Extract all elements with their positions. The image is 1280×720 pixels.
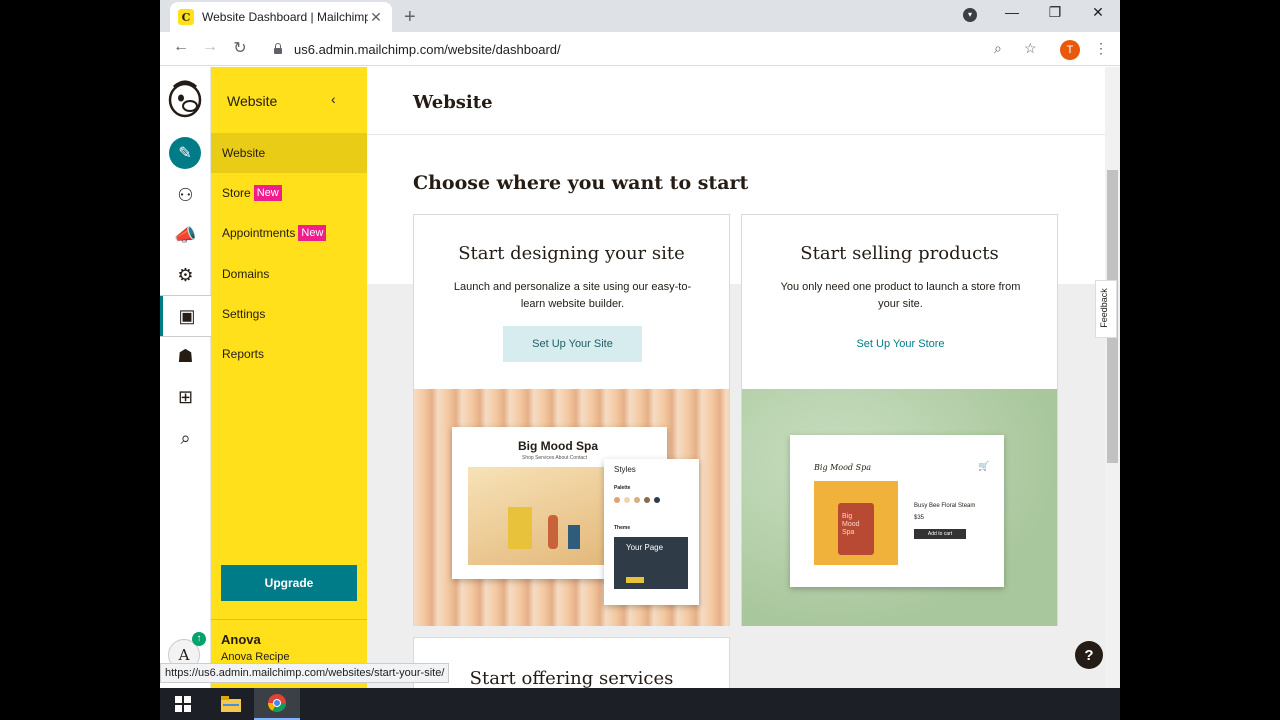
mailchimp-favicon-icon: C [178, 9, 194, 25]
collapse-chevron-icon[interactable]: ‹ [331, 91, 336, 107]
card-title: Start designing your site [458, 243, 685, 264]
zoom-search-icon[interactable]: ⌕ [994, 40, 1002, 57]
sidebar-item-appointments[interactable]: Appointments New [211, 213, 367, 253]
mockup-nav: Shop Services About Contact [522, 455, 588, 461]
palette-label: Palette [614, 485, 631, 491]
add-to-cart-button: Add to cart [914, 529, 966, 539]
windows-taskbar [160, 688, 1120, 720]
card-description: You only need one product to launch a st… [780, 281, 1021, 310]
card-description: Launch and personalize a site using our … [453, 281, 692, 310]
new-badge: New [298, 225, 327, 241]
product-price: $35 [914, 515, 925, 521]
sidebar-item-label: Store [222, 186, 251, 200]
reload-icon[interactable]: ↻ [229, 38, 251, 58]
feedback-label: Feedback [1098, 288, 1109, 328]
styles-panel: Styles Palette Theme Your Page [604, 459, 699, 605]
tab-close-icon[interactable]: ✕ [368, 9, 384, 26]
styles-label: Styles [614, 465, 636, 474]
sell-products-card: Start selling products You only need one… [741, 214, 1058, 626]
content-studio-icon[interactable]: ☗ [160, 336, 211, 376]
create-pencil-icon[interactable]: ✎ [169, 137, 201, 169]
sidebar-item-label: Appointments [222, 226, 296, 240]
tab-strip: C Website Dashboard | Mailchimp ✕ + ▾ — … [160, 0, 1120, 32]
theme-preview: Your Page [614, 537, 688, 589]
design-site-card: Start designing your site Launch and per… [413, 214, 730, 626]
file-explorer-icon[interactable] [208, 688, 254, 720]
new-tab-icon[interactable]: + [404, 6, 416, 29]
campaigns-icon[interactable]: 📣 [160, 215, 211, 255]
mailchimp-logo-icon[interactable] [166, 79, 204, 119]
set-up-store-button[interactable]: Set Up Your Store [831, 326, 970, 362]
minimize-icon[interactable]: — [1000, 4, 1024, 20]
new-badge: New [253, 185, 282, 201]
theme-preview-title: Your Page [626, 543, 664, 552]
sidebar-title: Website [227, 93, 278, 109]
sidebar-item-label: Settings [222, 307, 266, 321]
forward-icon[interactable]: → [199, 38, 221, 56]
theme-label: Theme [614, 525, 631, 531]
section-title: Choose where you want to start [413, 172, 749, 194]
offer-services-card: Start offering services [413, 637, 730, 688]
product-jar-label: Big Mood Spa [842, 513, 860, 536]
browser-toolbar: ← → ↻ us6.admin.mailchimp.com/website/da… [160, 32, 1120, 66]
header-divider [367, 134, 1105, 135]
browser-tab[interactable]: C Website Dashboard | Mailchimp ✕ [170, 2, 392, 32]
website-icon[interactable]: ▣ [160, 295, 212, 337]
card-title: Start selling products [800, 243, 999, 264]
mockup-title: Big Mood Spa [518, 439, 598, 453]
nav-rail: ✎ ⚇ 📣 ⚙ ▣ ☗ ⊞ ⌕ A ↑ [160, 67, 212, 688]
integrations-icon[interactable]: ⊞ [160, 377, 211, 417]
product-image: Big Mood Spa [814, 481, 898, 565]
windows-start-icon[interactable] [160, 688, 206, 720]
store-illustration: Big Mood Spa 🛒 Big Mood Spa Busy Bee Flo… [742, 389, 1057, 626]
automations-icon[interactable]: ⚙ [160, 255, 211, 295]
profile-menu-icon[interactable]: ▾ [963, 8, 977, 22]
sidebar-item-domains[interactable]: Domains [211, 254, 367, 294]
feedback-tab[interactable]: Feedback [1095, 280, 1117, 338]
product-photo [468, 467, 608, 565]
sidebar-item-store[interactable]: Store New [211, 173, 367, 213]
vertical-scrollbar[interactable] [1105, 67, 1120, 688]
back-icon[interactable]: ← [170, 38, 192, 56]
chrome-menu-icon[interactable]: ⋮ [1094, 40, 1108, 57]
status-bar-url: https://us6.admin.mailchimp.com/websites… [160, 663, 450, 683]
sidebar-item-label: Reports [222, 347, 265, 361]
main-content: Website Choose where you want to start S… [367, 67, 1105, 688]
restore-icon[interactable]: ❐ [1043, 4, 1067, 21]
upgrade-button[interactable]: Upgrade [221, 565, 357, 601]
palette-swatches [614, 497, 688, 505]
site-builder-illustration: Big Mood Spa Shop Services About Contact… [414, 389, 729, 626]
chrome-taskbar-icon[interactable] [254, 688, 300, 720]
set-up-site-button[interactable]: Set Up Your Site [503, 326, 642, 362]
card-title: Start offering services [469, 668, 674, 688]
address-bar[interactable]: us6.admin.mailchimp.com/website/dashboar… [260, 35, 1042, 63]
product-name: Busy Bee Floral Steam [914, 503, 976, 509]
account-subtitle: Anova Recipe [221, 651, 290, 663]
audience-icon[interactable]: ⚇ [160, 175, 211, 215]
account-name[interactable]: Anova [221, 632, 261, 647]
browser-window: C Website Dashboard | Mailchimp ✕ + ▾ — … [160, 0, 1120, 688]
sidebar-item-label: Domains [222, 267, 270, 281]
sidebar-divider [211, 619, 367, 620]
close-window-icon[interactable]: ✕ [1086, 4, 1110, 21]
help-button[interactable]: ? [1075, 641, 1103, 669]
cart-icon: 🛒 [978, 461, 990, 471]
bookmark-star-icon[interactable]: ☆ [1024, 40, 1037, 57]
sidebar-item-website[interactable]: Website [211, 133, 367, 173]
profile-avatar[interactable]: T [1060, 40, 1080, 60]
address-url: us6.admin.mailchimp.com/website/dashboar… [294, 41, 561, 57]
website-sidebar: Website ‹ Website Store New Appointments… [211, 67, 367, 688]
store-mockup: Big Mood Spa 🛒 Big Mood Spa Busy Bee Flo… [790, 435, 1004, 587]
sidebar-item-settings[interactable]: Settings [211, 294, 367, 334]
page-title: Website [413, 92, 493, 113]
search-icon[interactable]: ⌕ [160, 418, 211, 458]
upgrade-arrow-icon: ↑ [192, 632, 206, 646]
store-mockup-title: Big Mood Spa [814, 463, 871, 472]
tab-title: Website Dashboard | Mailchimp [202, 10, 368, 24]
lock-icon [272, 43, 284, 55]
sidebar-item-label: Website [222, 146, 266, 160]
sidebar-item-reports[interactable]: Reports [211, 334, 367, 374]
